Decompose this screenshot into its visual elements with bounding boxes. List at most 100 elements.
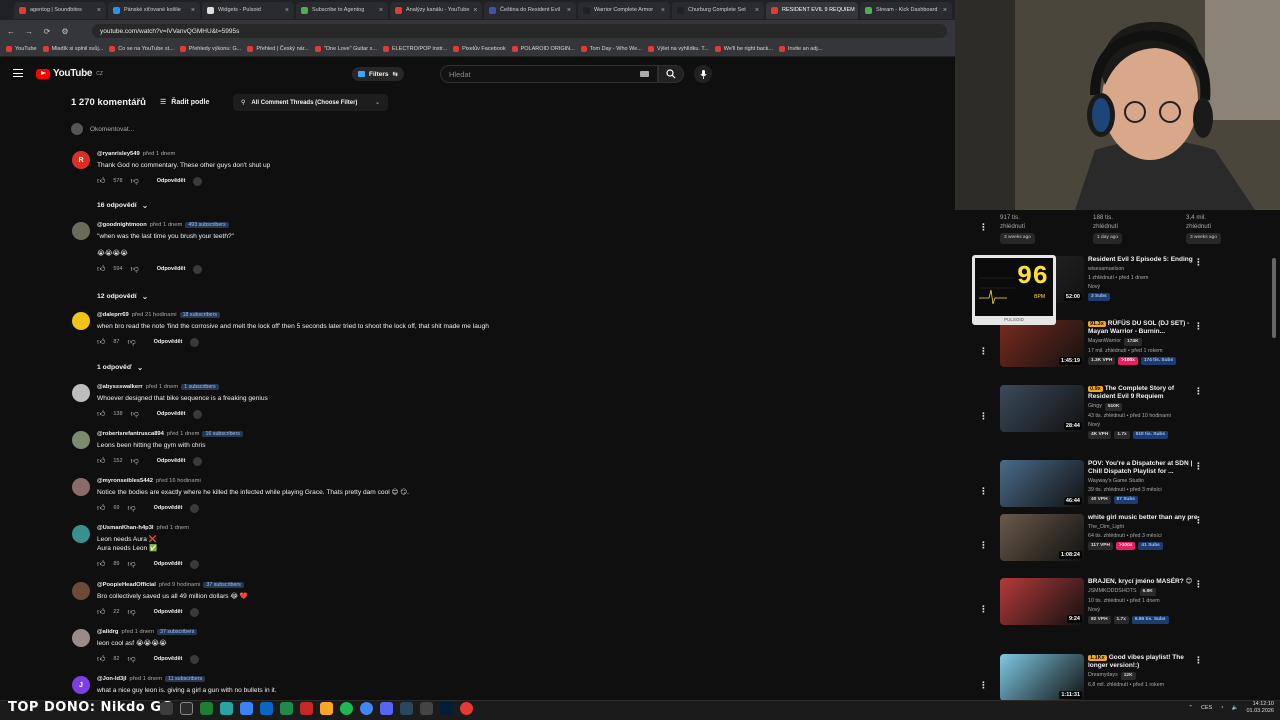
video-title[interactable]: white girl music better than any pre bbox=[1088, 514, 1198, 522]
more-options-icon[interactable]: ⋮ bbox=[979, 680, 988, 691]
wifi-icon[interactable]: ◔ bbox=[1220, 705, 1223, 711]
more-options-icon[interactable]: ⋮ bbox=[979, 540, 988, 551]
browser-tab[interactable]: Subscribe to Agentog × bbox=[296, 1, 388, 19]
app-icon[interactable] bbox=[280, 702, 293, 715]
bookmark-item[interactable]: Přehled | Český nár... bbox=[247, 46, 309, 52]
dislike-icon[interactable]: 👎︎ bbox=[128, 607, 136, 617]
dislike-icon[interactable]: 👎︎ bbox=[128, 654, 136, 664]
comment-time[interactable]: před 1 dnem bbox=[146, 384, 179, 390]
bookmark-item[interactable]: Tom Day - Who We... bbox=[580, 46, 642, 52]
dislike-icon[interactable]: 👎︎ bbox=[131, 264, 139, 274]
browser-tab[interactable]: Analýzy kanálu - YouTube × bbox=[390, 1, 482, 19]
bookmark-item[interactable]: Pixelův Facebook bbox=[453, 46, 506, 52]
more-options-icon[interactable]: ⋮ bbox=[1194, 515, 1203, 526]
channel-name[interactable]: MayanWarrior 174K bbox=[1088, 337, 1198, 346]
close-tab-icon[interactable]: × bbox=[379, 7, 383, 14]
app-icon[interactable] bbox=[460, 702, 473, 715]
channel-name[interactable]: JSMMKODDSHOTS 6.9K bbox=[1088, 587, 1198, 596]
dislike-icon[interactable]: 👎︎ bbox=[131, 409, 139, 419]
tray-chevron-icon[interactable]: ⌃ bbox=[1188, 705, 1193, 711]
commenter-avatar[interactable] bbox=[72, 582, 90, 600]
comment-time[interactable]: před 1 dnem bbox=[167, 431, 200, 437]
like-icon[interactable]: 👍︎ bbox=[97, 409, 105, 419]
site-info-icon[interactable]: ⚙ bbox=[60, 27, 70, 36]
channel-name[interactable]: Dreamydays 12K bbox=[1088, 671, 1198, 680]
volume-icon[interactable]: 🔈 bbox=[1232, 705, 1239, 711]
commenter-avatar[interactable] bbox=[72, 222, 90, 240]
reaction-icon[interactable] bbox=[193, 176, 203, 186]
video-thumbnail[interactable]: 1:11:31 bbox=[1000, 654, 1084, 701]
video-title[interactable]: 1.1Kx Good vibes playlist! The longer ver… bbox=[1088, 654, 1198, 670]
spotify-icon[interactable] bbox=[340, 702, 353, 715]
video-title[interactable]: POV: You're a Dispatcher at SDN | Chill … bbox=[1088, 460, 1198, 476]
close-tab-icon[interactable]: × bbox=[97, 7, 101, 14]
obs-icon[interactable] bbox=[300, 702, 313, 715]
youtube-logo[interactable]: YouTube CZ bbox=[36, 68, 103, 79]
thread-filter-dropdown[interactable]: ⚲ All Comment Threads (Choose Filter) ⌄ bbox=[233, 94, 388, 111]
close-tab-icon[interactable]: × bbox=[285, 7, 289, 14]
comment-time[interactable]: před 1 dnem bbox=[150, 222, 183, 228]
voice-search-button[interactable] bbox=[694, 65, 712, 83]
like-icon[interactable]: 👍︎ bbox=[97, 264, 105, 274]
reply-button[interactable]: Odpovědět bbox=[157, 411, 186, 417]
comment-author[interactable]: @PoopieHeadOfficial bbox=[97, 582, 156, 588]
photoshop-icon[interactable] bbox=[440, 702, 453, 715]
dislike-icon[interactable]: 👎︎ bbox=[128, 337, 136, 347]
excel-icon[interactable] bbox=[200, 702, 213, 715]
bookmark-item[interactable]: Výlet na vyhlídku. T... bbox=[647, 46, 709, 52]
video-title[interactable]: BRAJEN, krycí jméno MASÉR? 😊 bbox=[1088, 578, 1198, 586]
reaction-icon[interactable] bbox=[193, 409, 203, 419]
add-comment-field[interactable]: Okomentovat... bbox=[71, 123, 134, 135]
comment-author[interactable]: @myronseibles5442 bbox=[97, 478, 153, 484]
bookmark-item[interactable]: POLAROID ORIGIN... bbox=[511, 46, 575, 52]
more-options-icon[interactable]: ⋮ bbox=[1194, 655, 1203, 666]
chrome-icon[interactable] bbox=[360, 702, 373, 715]
bookmark-item[interactable]: Invite an adj... bbox=[778, 46, 822, 52]
bookmark-item[interactable]: ELECTRO/POP instr... bbox=[382, 46, 447, 52]
like-icon[interactable]: 👍︎ bbox=[97, 176, 105, 186]
search-input[interactable]: Hledat bbox=[440, 65, 658, 83]
close-tab-icon[interactable]: × bbox=[567, 7, 571, 14]
commenter-avatar[interactable] bbox=[72, 312, 90, 330]
comment-author[interactable]: @ryanrisley549 bbox=[97, 151, 140, 157]
view-replies-button[interactable]: 16 odpovědí ⌄ bbox=[97, 201, 148, 210]
browser-tab[interactable]: Widgets - Pulsoid × bbox=[202, 1, 294, 19]
file-explorer-icon[interactable] bbox=[320, 702, 333, 715]
url-field[interactable]: youtube.com/watch?v=lVVanvQGMHU&t=5995s bbox=[92, 24, 947, 38]
app-icon[interactable] bbox=[420, 702, 433, 715]
close-tab-icon[interactable]: × bbox=[191, 7, 195, 14]
comment-time[interactable]: před 16 hodinami bbox=[156, 478, 201, 484]
search-app-icon[interactable] bbox=[160, 702, 173, 715]
reply-button[interactable]: Odpovědět bbox=[157, 178, 186, 184]
reply-button[interactable]: Odpovědět bbox=[154, 505, 183, 511]
comment-time[interactable]: před 1 dnem bbox=[143, 151, 176, 157]
sidebar-scrollbar[interactable] bbox=[1272, 258, 1276, 338]
comment-author[interactable]: @robertsrefantrusca894 bbox=[97, 431, 164, 437]
comment-author[interactable]: @UsmanKhan-h4p3l bbox=[97, 525, 154, 531]
commenter-avatar[interactable] bbox=[72, 525, 90, 543]
video-thumbnail[interactable]: 1:45:19 bbox=[1000, 320, 1084, 367]
comment-author[interactable]: @goodnightmoon bbox=[97, 222, 147, 228]
reload-icon[interactable]: ⟳ bbox=[42, 27, 52, 36]
reply-button[interactable]: Odpovědět bbox=[154, 339, 183, 345]
comment-time[interactable]: před 9 hodinami bbox=[159, 582, 201, 588]
more-options-icon[interactable]: ⋮ bbox=[1194, 579, 1203, 590]
comment-time[interactable]: před 21 hodinami bbox=[132, 312, 177, 318]
keyboard-icon[interactable] bbox=[640, 71, 649, 77]
like-icon[interactable]: 👍︎ bbox=[97, 654, 105, 664]
like-icon[interactable]: 👍︎ bbox=[97, 607, 105, 617]
video-thumbnail[interactable]: 9:24 bbox=[1000, 578, 1084, 625]
like-icon[interactable]: 👍︎ bbox=[97, 337, 105, 347]
comment-time[interactable]: před 1 dnem bbox=[130, 676, 163, 682]
commenter-avatar[interactable]: R bbox=[72, 151, 90, 169]
close-tab-icon[interactable]: × bbox=[943, 7, 947, 14]
commenter-avatar[interactable] bbox=[72, 629, 90, 647]
channel-name[interactable]: The_Dim_Light bbox=[1088, 523, 1198, 531]
bookmark-item[interactable]: We'll be right back... bbox=[714, 46, 773, 52]
reaction-icon[interactable] bbox=[190, 337, 200, 347]
bookmark-item[interactable]: Přehledy výkonu: G... bbox=[179, 46, 241, 52]
more-options-icon[interactable]: ⋮ bbox=[979, 411, 988, 422]
bookmark-item[interactable]: "One Love" Guitar x... bbox=[314, 46, 377, 52]
commenter-avatar[interactable] bbox=[72, 384, 90, 402]
more-options-icon[interactable]: ⋮ bbox=[979, 222, 988, 233]
